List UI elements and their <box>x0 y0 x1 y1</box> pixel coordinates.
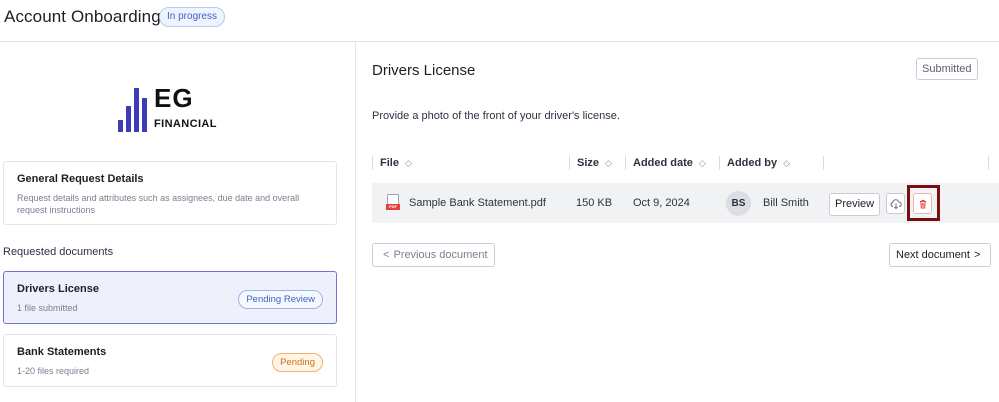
column-separator <box>719 156 720 170</box>
sort-icon[interactable]: ◇ <box>405 158 412 168</box>
avatar: BS <box>726 191 751 216</box>
column-header-label: File <box>380 157 399 169</box>
logo-bar <box>134 88 139 132</box>
general-request-title: General Request Details <box>17 173 144 185</box>
document-title: Drivers License <box>17 283 99 295</box>
sort-icon[interactable]: ◇ <box>605 158 612 168</box>
logo-bar <box>126 106 131 132</box>
next-document-label: Next document <box>896 249 970 261</box>
file-name[interactable]: Sample Bank Statement.pdf <box>409 197 546 209</box>
status-badge: In progress <box>159 7 226 27</box>
page-title: Account Onboarding <box>4 7 161 26</box>
previous-document-label: Previous document <box>393 249 488 261</box>
sort-icon[interactable]: ◇ <box>783 158 790 168</box>
delete-highlight-box <box>907 185 940 221</box>
general-request-card[interactable]: General Request Details Request details … <box>3 161 337 225</box>
pdf-file-icon: PDF <box>386 194 400 211</box>
next-document-button[interactable]: Next document > <box>889 243 992 267</box>
column-header-label: Added date <box>633 157 693 169</box>
file-added-date: Oct 9, 2024 <box>633 197 690 209</box>
logo-subtitle: FINANCIAL <box>154 118 217 130</box>
logo-bar <box>142 98 147 132</box>
column-header-added-date[interactable]: Added date ◇ <box>633 157 706 169</box>
column-header-label: Added by <box>727 157 778 169</box>
submitted-button[interactable]: Submitted <box>916 58 978 80</box>
column-separator <box>988 156 989 170</box>
preview-button[interactable]: Preview <box>829 193 881 216</box>
document-detail-title: Drivers License <box>372 62 476 79</box>
document-title: Bank Statements <box>17 346 107 358</box>
chevron-left-icon: < <box>383 249 390 261</box>
document-subtitle: 1 file submitted <box>17 303 78 313</box>
document-item-drivers-license[interactable]: Drivers License 1 file submitted Pending… <box>3 271 337 324</box>
cloud-download-icon <box>890 199 902 210</box>
pending-badge: Pending <box>272 353 323 372</box>
column-separator <box>372 156 373 170</box>
pdf-type-tag: PDF <box>386 204 400 210</box>
column-separator <box>625 156 626 170</box>
general-request-description: Request details and attributes such as a… <box>17 193 300 215</box>
company-logo: EG FINANCIAL <box>118 84 228 134</box>
column-header-label: Size <box>577 157 600 169</box>
column-header-added-by[interactable]: Added by ◇ <box>727 157 790 169</box>
pending-review-badge: Pending Review <box>238 290 323 309</box>
requested-documents-label: Requested documents <box>3 246 114 258</box>
logo-bar <box>118 120 123 132</box>
column-separator <box>823 156 824 170</box>
page-header: Account Onboarding In progress <box>0 0 999 42</box>
logo-wordmark: EG <box>154 83 194 113</box>
file-added-by: Bill Smith <box>763 197 809 209</box>
column-header-size[interactable]: Size ◇ <box>577 157 612 169</box>
column-header-file[interactable]: File ◇ <box>380 157 412 169</box>
sort-icon[interactable]: ◇ <box>699 158 706 168</box>
download-button[interactable] <box>886 193 905 214</box>
previous-document-button[interactable]: < Previous document <box>372 243 495 267</box>
file-size: 150 KB <box>576 197 613 209</box>
document-subtitle: 1-20 files required <box>17 366 90 376</box>
chevron-right-icon: > <box>973 249 981 261</box>
panel-divider <box>355 42 356 402</box>
document-item-bank-statements[interactable]: Bank Statements 1-20 files required Pend… <box>3 334 337 387</box>
document-instructions: Provide a photo of the front of your dri… <box>372 110 620 122</box>
column-separator <box>569 156 570 170</box>
